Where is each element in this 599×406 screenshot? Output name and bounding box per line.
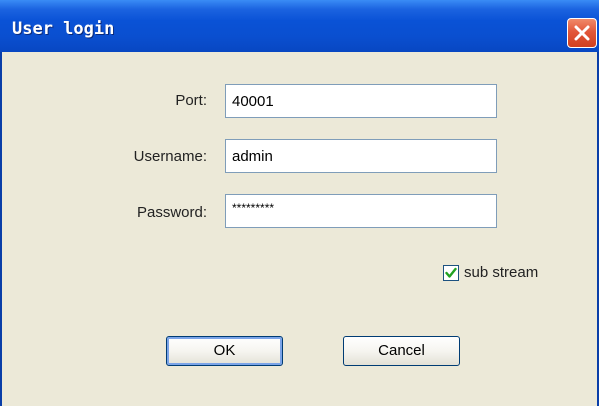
username-label: Username: <box>133 148 207 165</box>
cancel-button[interactable]: Cancel <box>343 336 460 366</box>
password-label: Password: <box>136 204 207 221</box>
username-field[interactable]: admin <box>225 139 497 173</box>
checkmark-icon <box>445 267 457 278</box>
password-field[interactable]: ********* <box>225 194 497 228</box>
sub-stream-checkbox[interactable] <box>443 265 459 281</box>
ok-button[interactable]: OK <box>166 336 283 366</box>
login-dialog: User login Port: 40001 Username: admin P… <box>0 0 599 406</box>
close-button[interactable] <box>567 18 597 48</box>
title-bar[interactable]: User login <box>0 0 599 52</box>
port-label: Port: <box>175 92 207 109</box>
window-title: User login <box>12 19 115 39</box>
close-icon <box>574 25 590 41</box>
sub-stream-label[interactable]: sub stream <box>464 264 538 281</box>
port-field[interactable]: 40001 <box>225 84 497 118</box>
